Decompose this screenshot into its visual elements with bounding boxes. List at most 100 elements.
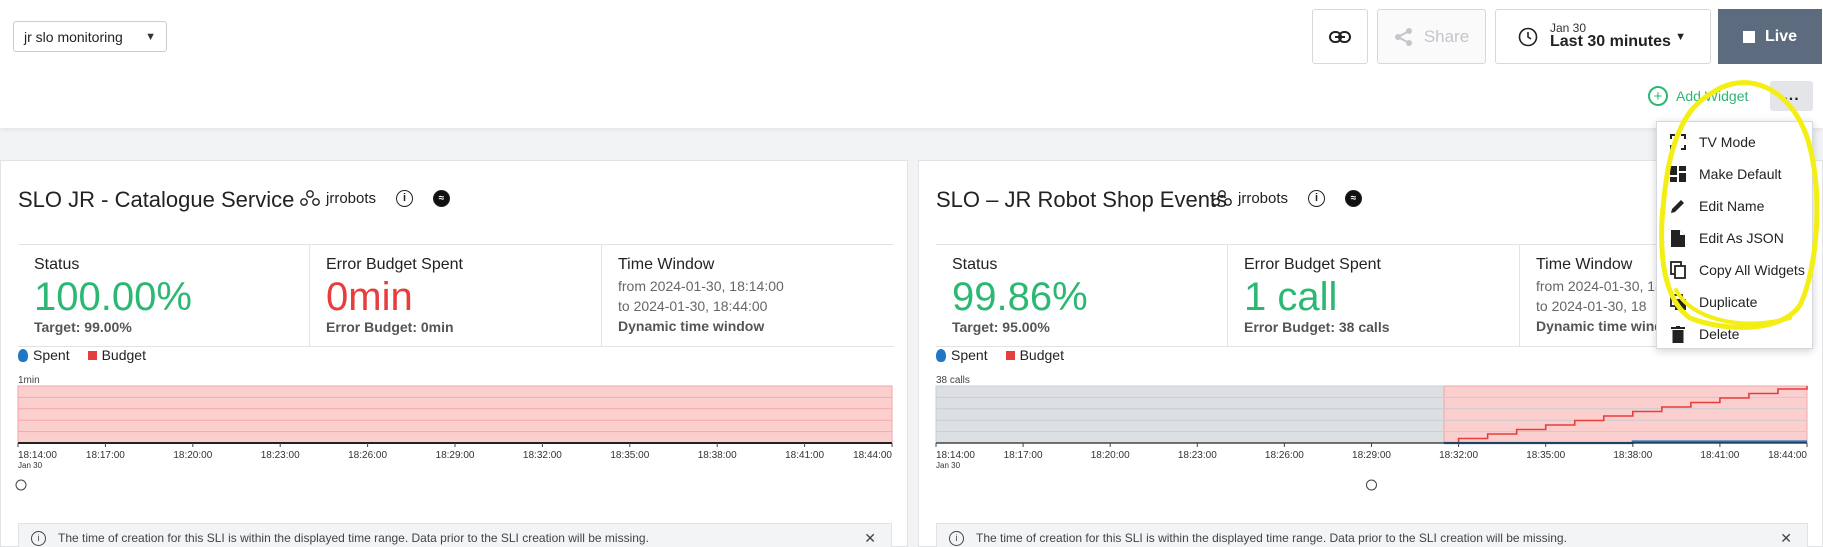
x-tick-label: 18:26:00 bbox=[348, 450, 387, 461]
menu-item-edit-json[interactable]: Edit As JSON bbox=[1657, 222, 1812, 254]
team-name: jrrobots bbox=[326, 189, 377, 207]
status-value: 100.00% bbox=[34, 275, 192, 319]
live-button[interactable]: Live bbox=[1718, 9, 1822, 64]
widget-title: SLO – JR Robot Shop Events bbox=[936, 187, 1228, 212]
x-date-label: Jan 30 bbox=[18, 461, 43, 470]
close-icon[interactable]: ✕ bbox=[1780, 530, 1792, 547]
live-label: Live bbox=[1764, 27, 1797, 45]
tw-label: Time Window bbox=[618, 256, 715, 273]
menu-item-edit-name[interactable]: Edit Name bbox=[1657, 190, 1812, 222]
dashboard-name: jr slo monitoring bbox=[24, 28, 123, 45]
menu-item-tv-mode[interactable]: TV Mode bbox=[1657, 126, 1812, 158]
duplicate-icon bbox=[1669, 293, 1687, 311]
menu-item-label: Delete bbox=[1699, 326, 1740, 342]
add-widget-button[interactable]: + Add Widget bbox=[1648, 86, 1748, 106]
status-stat: Status 99.86% Target: 95.00% bbox=[936, 245, 1228, 346]
copy-link-button[interactable] bbox=[1312, 9, 1368, 64]
widget-meta: jrrobots i ≈ bbox=[1211, 189, 1363, 207]
widget-meta: jrrobots i ≈ bbox=[299, 189, 451, 207]
ebs-label: Error Budget Spent bbox=[326, 256, 463, 273]
error-budget-chart: 38 calls 18:14:00 18:17:00 18:20:00 18:23:00… bbox=[935, 375, 1808, 491]
error-budget-chart: 1min 18:14:00 18:17:00 18:20:00 18:23:00 18:2… bbox=[15, 375, 893, 491]
menu-item-label: Edit As JSON bbox=[1699, 230, 1784, 246]
error-budget-stat: Error Budget Spent 0min Error Budget: 0m… bbox=[310, 245, 602, 346]
x-tick-label: 18:29:00 bbox=[1352, 450, 1391, 461]
team-name: jrrobots bbox=[1238, 189, 1289, 207]
error-budget-stat: Error Budget Spent 1 call Error Budget: … bbox=[1228, 245, 1520, 346]
error-budget-text: Error Budget: 0min bbox=[326, 319, 454, 335]
plus-circle-icon: + bbox=[1648, 86, 1668, 106]
close-icon[interactable]: ✕ bbox=[864, 530, 876, 547]
trash-icon bbox=[1669, 325, 1687, 343]
stats-row: Status 100.00% Target: 99.00% Error Budg… bbox=[18, 244, 894, 347]
link-icon bbox=[1329, 30, 1351, 43]
spent-swatch-icon bbox=[18, 348, 28, 362]
fullscreen-icon bbox=[1669, 133, 1687, 151]
dashboard-icon bbox=[1669, 165, 1687, 183]
info-icon[interactable]: i bbox=[396, 189, 414, 207]
share-icon bbox=[1394, 27, 1412, 46]
team-icon bbox=[1212, 190, 1232, 206]
menu-item-copy-widgets[interactable]: Copy All Widgets bbox=[1657, 254, 1812, 286]
x-tick-label: 18:17:00 bbox=[86, 450, 125, 461]
copy-icon bbox=[1669, 261, 1687, 279]
menu-item-delete[interactable]: Delete bbox=[1657, 318, 1812, 350]
legend-spent[interactable]: Spent bbox=[936, 347, 988, 363]
x-tick-label: 18:23:00 bbox=[261, 450, 300, 461]
target-text: Target: 95.00% bbox=[952, 319, 1050, 335]
sli-icon[interactable]: ≈ bbox=[1345, 189, 1363, 207]
target-text: Target: 99.00% bbox=[34, 319, 132, 335]
x-tick-label: 18:14:00 bbox=[936, 450, 975, 461]
team-link[interactable]: jrrobots bbox=[299, 189, 376, 207]
file-icon bbox=[1669, 229, 1687, 247]
share-button[interactable]: Share bbox=[1377, 9, 1486, 64]
legend-budget-label: Budget bbox=[101, 347, 146, 363]
x-tick-label: 18:23:00 bbox=[1178, 450, 1217, 461]
legend-budget[interactable]: Budget bbox=[1005, 347, 1064, 363]
menu-item-make-default[interactable]: Make Default bbox=[1657, 158, 1812, 190]
missing-data-area bbox=[935, 385, 1445, 444]
x-tick-label: 18:38:00 bbox=[698, 450, 737, 461]
x-tick-label: 18:14:00 bbox=[18, 450, 57, 461]
time-window-stat: Time Window from 2024-01-30, 18:14:00 to… bbox=[602, 245, 894, 346]
y-axis-label: 38 calls bbox=[936, 375, 970, 386]
time-range-picker[interactable]: Jan 30 Last 30 minutes ▼ bbox=[1495, 9, 1711, 64]
time-range-label: Last 30 minutes bbox=[1550, 33, 1671, 51]
legend-spent[interactable]: Spent bbox=[18, 347, 70, 363]
status-label: Status bbox=[952, 256, 998, 273]
sli-start-marker-icon[interactable] bbox=[1366, 479, 1377, 491]
x-tick-label: 18:41:00 bbox=[1700, 450, 1739, 461]
team-link[interactable]: jrrobots bbox=[1211, 189, 1288, 207]
sli-start-marker-icon[interactable] bbox=[15, 479, 27, 491]
menu-item-duplicate[interactable]: Duplicate bbox=[1657, 286, 1812, 318]
sli-creation-notice: i The time of creation for this SLI is w… bbox=[18, 523, 892, 547]
ebs-value: 0min bbox=[326, 275, 413, 319]
x-tick-label: 18:20:00 bbox=[173, 450, 212, 461]
tw-from: from 2024-01-30, 18:14:00 bbox=[618, 278, 784, 294]
notice-text: The time of creation for this SLI is wit… bbox=[976, 531, 1567, 545]
x-tick-label: 18:41:00 bbox=[785, 450, 824, 461]
x-tick-label: 18:35:00 bbox=[1526, 450, 1565, 461]
tw-to: to 2024-01-30, 18:44:00 bbox=[618, 298, 768, 314]
info-icon[interactable]: i bbox=[1308, 189, 1326, 207]
x-tick-label: 18:20:00 bbox=[1091, 450, 1130, 461]
sli-icon[interactable]: ≈ bbox=[433, 189, 451, 207]
team-icon bbox=[300, 190, 320, 206]
budget-area bbox=[17, 385, 893, 444]
menu-item-label: Copy All Widgets bbox=[1699, 262, 1805, 278]
x-tick-label: 18:44:00 bbox=[1768, 450, 1807, 461]
sli-creation-notice: i The time of creation for this SLI is w… bbox=[936, 523, 1808, 547]
legend-budget[interactable]: Budget bbox=[87, 347, 146, 363]
budget-swatch-icon bbox=[87, 350, 97, 360]
tw-details: from 2024-01-30, 18:14:00 to 2024-01-30,… bbox=[618, 276, 894, 336]
menu-item-label: Edit Name bbox=[1699, 198, 1765, 214]
dashboard-selector[interactable]: jr slo monitoring ▼ bbox=[13, 21, 167, 52]
chart-legend: Spent Budget bbox=[18, 347, 146, 363]
menu-item-label: TV Mode bbox=[1699, 134, 1756, 150]
clock-icon bbox=[1518, 27, 1538, 46]
info-icon: i bbox=[949, 530, 964, 546]
x-date-label: Jan 30 bbox=[936, 461, 961, 470]
legend-budget-label: Budget bbox=[1019, 347, 1064, 363]
tw-type: Dynamic time wind bbox=[1536, 318, 1663, 334]
more-options-button[interactable]: ... bbox=[1770, 81, 1813, 111]
